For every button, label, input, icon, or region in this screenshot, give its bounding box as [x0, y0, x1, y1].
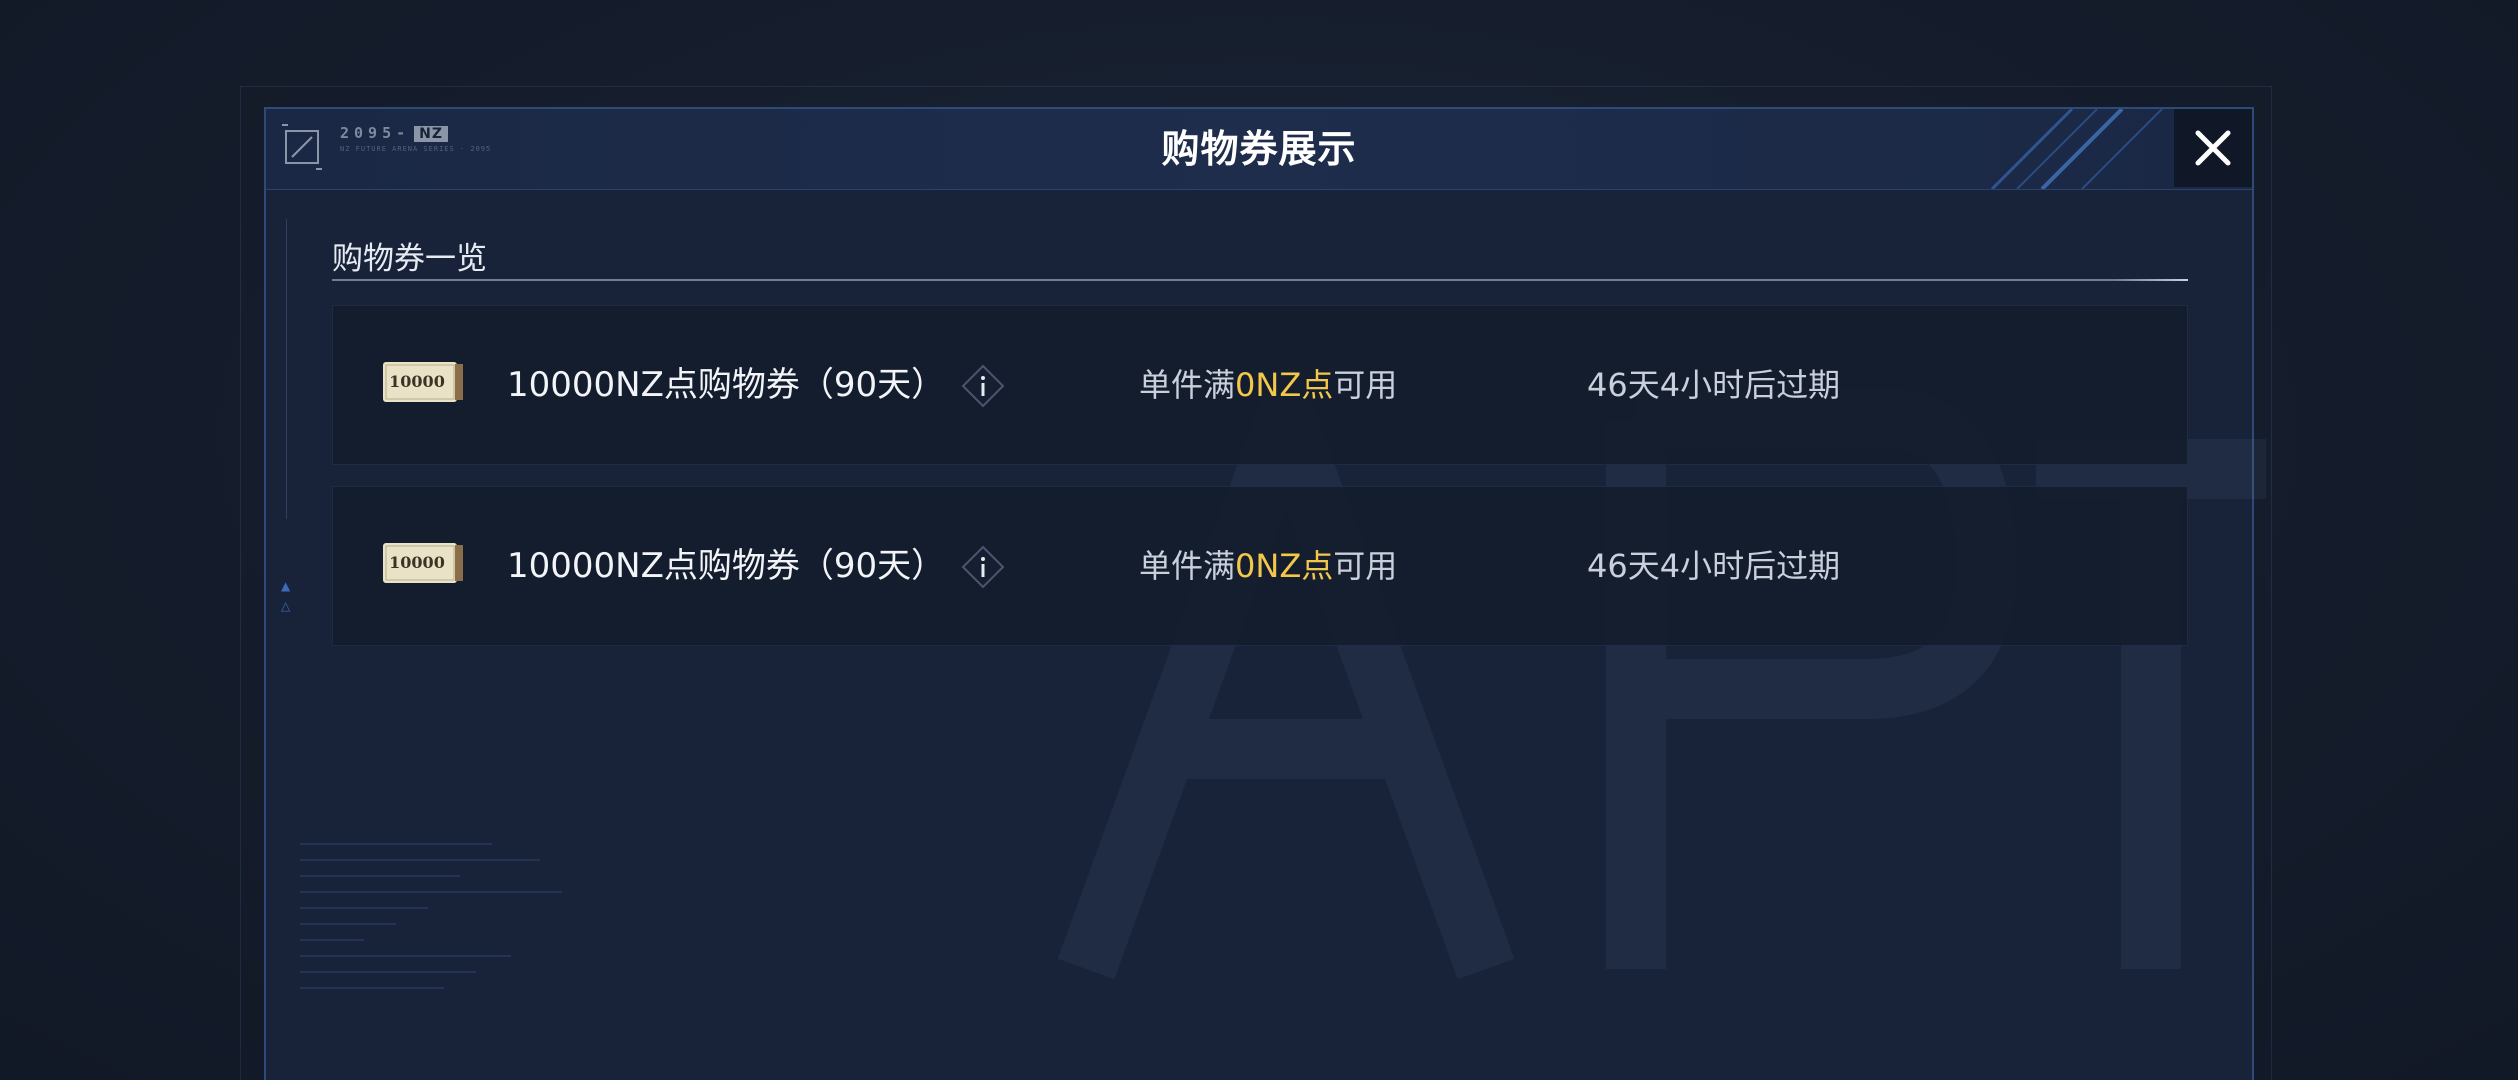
section-divider: [332, 279, 2188, 281]
coupon-expiry: 46天4小时后过期: [1587, 547, 1841, 585]
dialog-title: 购物券展示: [1161, 127, 1357, 171]
condition-threshold: 0NZ点: [1235, 366, 1334, 404]
triangle-icon: ▲: [281, 579, 291, 593]
dialog-header: 2095- NZ NZ FUTURE ARENA SERIES · 2095 购物…: [266, 109, 2252, 190]
side-rule: [286, 219, 287, 519]
close-icon: [2195, 130, 2231, 166]
coupon-name: 10000NZ点购物券（90天）: [507, 546, 946, 586]
condition-suffix: 可用: [1333, 547, 1398, 585]
condition-suffix: 可用: [1333, 366, 1398, 404]
ticket-value: 10000: [389, 372, 445, 391]
close-button[interactable]: [2174, 109, 2252, 187]
coupon-dialog: 2095- NZ NZ FUTURE ARENA SERIES · 2095 购物…: [264, 107, 2266, 1080]
game-screen: 2095- NZ NZ FUTURE ARENA SERIES · 2095 购物…: [0, 0, 2518, 1080]
coupon-condition: 单件满0NZ点可用: [1139, 360, 1397, 410]
info-icon[interactable]: [961, 364, 1005, 408]
coupon-ticket-icon: 10000: [383, 362, 463, 402]
ticket-value: 10000: [389, 553, 445, 572]
coupon-row[interactable]: 10000 10000NZ点购物券（90天） 单件满0NZ点可用 46天4小时后…: [332, 486, 2188, 646]
coupon-condition: 单件满0NZ点可用: [1139, 541, 1397, 591]
condition-threshold: 0NZ点: [1235, 547, 1334, 585]
section-title: 购物券一览: [332, 241, 487, 277]
coupon-row[interactable]: 10000 10000NZ点购物券（90天） 单件满0NZ点可用 46天4小时后…: [332, 305, 2188, 465]
condition-prefix: 单件满: [1139, 547, 1236, 585]
coupon-expiry: 46天4小时后过期: [1587, 366, 1841, 404]
condition-prefix: 单件满: [1139, 366, 1236, 404]
coupon-name: 10000NZ点购物券（90天）: [507, 365, 946, 405]
triangle-outline-icon: △: [281, 599, 291, 613]
decorative-data-block: [300, 829, 620, 1059]
info-icon[interactable]: [961, 545, 1005, 589]
coupon-ticket-icon: 10000: [383, 543, 463, 583]
